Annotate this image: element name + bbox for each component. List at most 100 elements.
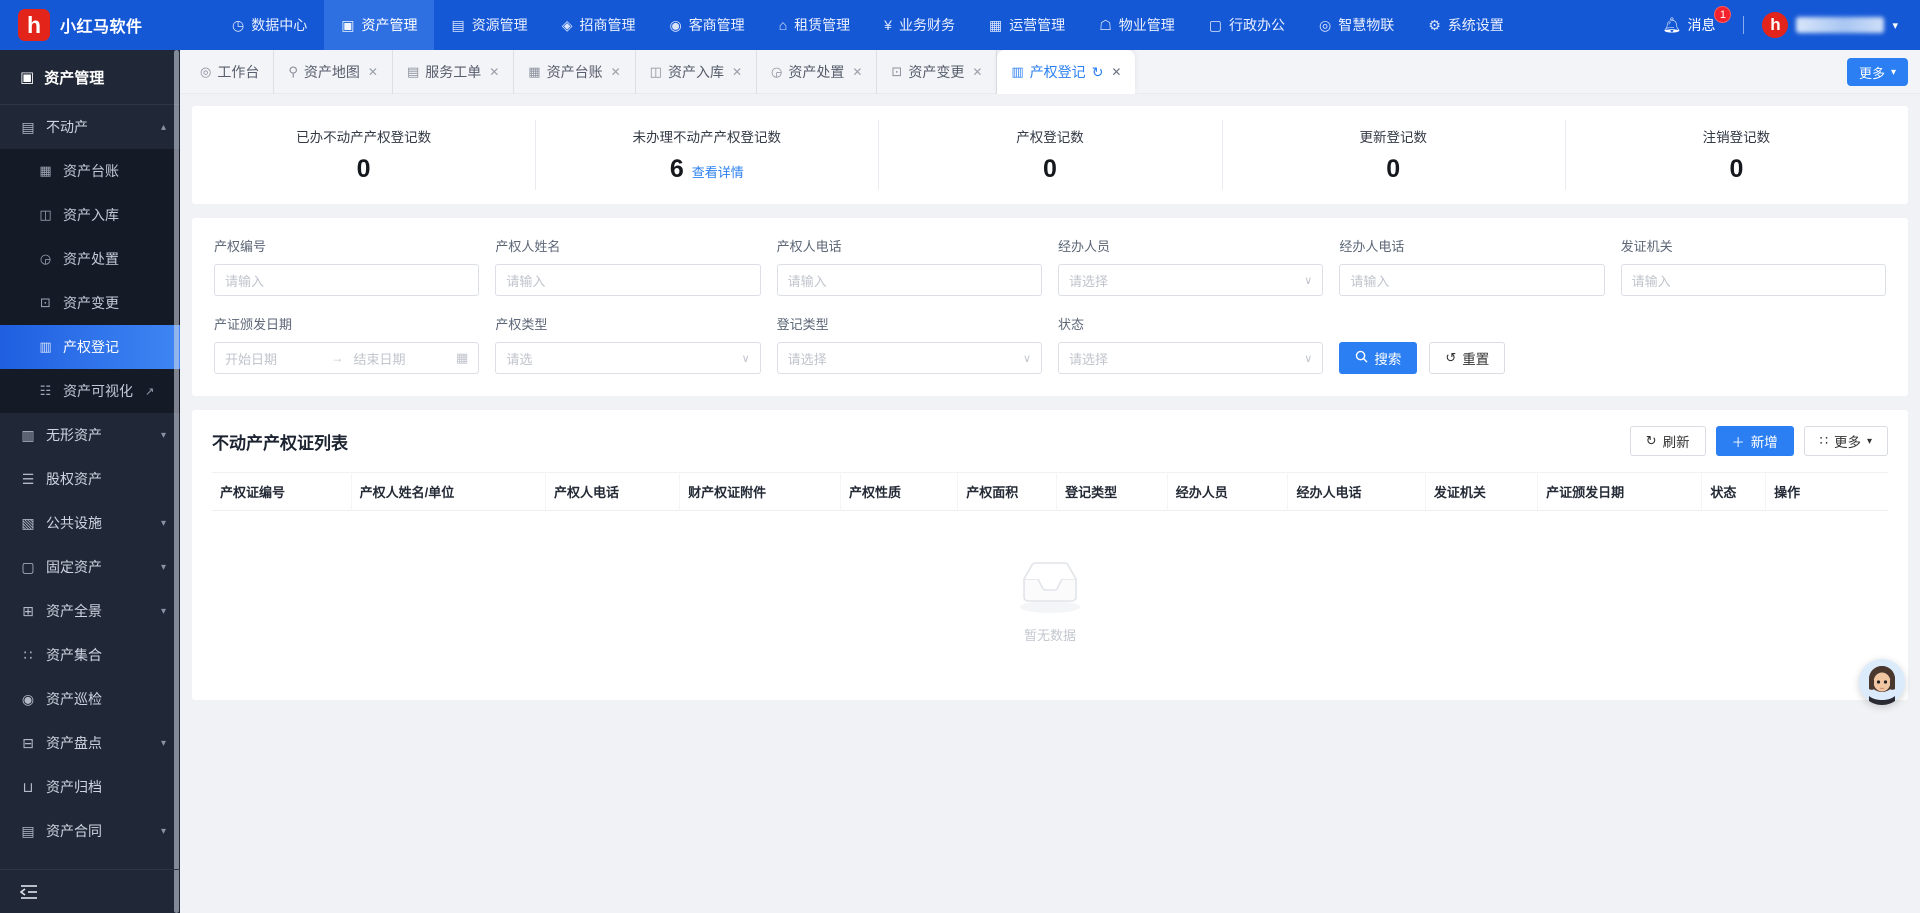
column-header-经办人员[interactable]: 经办人员: [1167, 473, 1288, 511]
sidebar-item-资产集合[interactable]: ∷资产集合: [0, 633, 180, 677]
column-header-操作[interactable]: 操作: [1766, 473, 1888, 511]
sidebar-item-产权登记[interactable]: ▥产权登记: [0, 325, 180, 369]
tab-资产处置[interactable]: ◶资产处置✕: [757, 50, 877, 94]
filter-select-产权类型[interactable]: 请选∨: [495, 342, 760, 374]
filter-input-产权人姓名[interactable]: 请输入: [495, 264, 760, 296]
tabs-more-label: 更多: [1859, 63, 1885, 82]
assistant-avatar[interactable]: [1859, 659, 1905, 705]
sidebar-item-资产巡检[interactable]: ◉资产巡检: [0, 677, 180, 721]
column-header-财产权证附件[interactable]: 财产权证附件: [680, 473, 841, 511]
filter-input-发证机关[interactable]: 请输入: [1621, 264, 1886, 296]
add-button[interactable]: ＋ 新增: [1716, 426, 1794, 456]
topnav-item-数据中心[interactable]: ◷数据中心: [215, 0, 324, 50]
close-icon[interactable]: ✕: [972, 65, 982, 79]
close-icon[interactable]: ✕: [611, 65, 621, 79]
sidebar-item-资产可视化[interactable]: ☷资产可视化↗: [0, 369, 180, 413]
topnav-item-系统设置[interactable]: ⚙系统设置: [1411, 0, 1521, 50]
topnav-item-运营管理[interactable]: ▦运营管理: [972, 0, 1082, 50]
column-header-登记类型[interactable]: 登记类型: [1057, 473, 1168, 511]
column-header-状态[interactable]: 状态: [1702, 473, 1766, 511]
filter-label: 状态: [1058, 314, 1323, 333]
sidebar-item-公共设施[interactable]: ▧公共设施▾: [0, 501, 180, 545]
refresh-button[interactable]: ↻ 刷新: [1630, 426, 1706, 456]
more-button[interactable]: ∷ 更多 ▾: [1804, 426, 1888, 456]
topnav-item-业务财务[interactable]: ¥业务财务: [867, 0, 972, 50]
messages-badge: 1: [1714, 6, 1731, 23]
person-icon: ◉: [669, 17, 681, 34]
tab-产权登记[interactable]: ▥产权登记↻✕: [997, 50, 1135, 94]
filter-field-产权人电话: 产权人电话请输入: [777, 236, 1042, 296]
tab-工作台[interactable]: ◎工作台: [186, 50, 274, 94]
collapse-sidebar-button[interactable]: [20, 884, 38, 900]
column-header-产权性质[interactable]: 产权性质: [840, 473, 957, 511]
sidebar-item-资产台账[interactable]: ▦资产台账: [0, 149, 180, 193]
topnav-item-物业管理[interactable]: ☖物业管理: [1082, 0, 1192, 50]
topnav-item-招商管理[interactable]: ◈招商管理: [545, 0, 653, 50]
filter-daterange-产证颁发日期[interactable]: 开始日期→结束日期▦: [214, 342, 479, 374]
close-icon[interactable]: ✕: [489, 65, 499, 79]
close-icon[interactable]: ✕: [852, 65, 862, 79]
sidebar-item-资产全景[interactable]: ⊞资产全景▾: [0, 589, 180, 633]
sidebar-item-资产盘点[interactable]: ⊟资产盘点▾: [0, 721, 180, 765]
filter-input-产权人电话[interactable]: 请输入: [777, 264, 1042, 296]
close-icon[interactable]: ✕: [732, 65, 742, 79]
refresh-icon[interactable]: ↻: [1092, 64, 1104, 81]
column-header-经办人电话[interactable]: 经办人电话: [1288, 473, 1425, 511]
filter-label: 发证机关: [1621, 236, 1886, 255]
user-menu[interactable]: h ▾: [1762, 12, 1898, 38]
filter-input-经办人电话[interactable]: 请输入: [1339, 264, 1604, 296]
column-header-发证机关[interactable]: 发证机关: [1425, 473, 1537, 511]
filter-select-状态[interactable]: 请选择∨: [1058, 342, 1323, 374]
sidebar-item-不动产[interactable]: ▤不动产▴: [0, 105, 180, 149]
sidebar-scrollbar[interactable]: [174, 50, 179, 913]
topnav-item-租赁管理[interactable]: ⌂租赁管理: [762, 0, 867, 50]
chevron-down-icon: ▾: [1867, 436, 1872, 447]
sidebar-item-资产处置[interactable]: ◶资产处置: [0, 237, 180, 281]
sidebar-footer: [0, 869, 180, 913]
topnav-item-智慧物联[interactable]: ◎智慧物联: [1302, 0, 1411, 50]
column-header-产权证编号[interactable]: 产权证编号: [212, 473, 351, 511]
filter-label: 产证颁发日期: [214, 314, 479, 333]
filter-select-经办人员[interactable]: 请选择∨: [1058, 264, 1323, 296]
view-details-link[interactable]: 查看详情: [692, 162, 744, 181]
tab-资产变更[interactable]: ⊡资产变更✕: [877, 50, 997, 94]
sidebar-item-label: 资产台账: [63, 161, 119, 181]
tabs-more-button[interactable]: 更多 ▾: [1847, 58, 1908, 86]
reset-button[interactable]: ↺重置: [1429, 342, 1505, 374]
close-icon[interactable]: ✕: [368, 65, 378, 79]
column-header-产权人电话[interactable]: 产权人电话: [546, 473, 680, 511]
chart-icon: ☷: [38, 383, 53, 399]
stat-label: 产权登记数: [1016, 126, 1084, 146]
table-header-row: 产权证编号产权人姓名/单位产权人电话财产权证附件产权性质产权面积登记类型经办人员…: [212, 473, 1888, 511]
column-header-产权面积[interactable]: 产权面积: [958, 473, 1057, 511]
filter-field-产权人姓名: 产权人姓名请输入: [495, 236, 760, 296]
tab-资产入库[interactable]: ◫资产入库✕: [636, 50, 757, 94]
filter-input-产权编号[interactable]: 请输入: [214, 264, 479, 296]
search-button[interactable]: 搜索: [1339, 342, 1417, 374]
sidebar-item-资产变更[interactable]: ⊡资产变更: [0, 281, 180, 325]
filter-select-登记类型[interactable]: 请选择∨: [777, 342, 1042, 374]
messages-button[interactable]: 🔔︎ 消息 1: [1662, 15, 1715, 35]
change-icon: ⊡: [38, 295, 53, 311]
chevron-down-icon: ▾: [161, 738, 166, 749]
topnav-item-资源管理[interactable]: ▤资源管理: [434, 0, 544, 50]
tab-资产地图[interactable]: ⚲资产地图✕: [274, 50, 393, 94]
tab-资产台账[interactable]: ▦资产台账✕: [514, 50, 635, 94]
topnav-item-资产管理[interactable]: ▣资产管理: [324, 0, 434, 50]
refresh-icon: ↻: [1646, 433, 1657, 449]
topnav-item-label: 客商管理: [689, 15, 745, 35]
sidebar-item-无形资产[interactable]: ▥无形资产▾: [0, 413, 180, 457]
start-date-placeholder: 开始日期: [225, 349, 322, 368]
sidebar-item-资产归档[interactable]: ⊔资产归档: [0, 765, 180, 809]
tab-服务工单[interactable]: ▤服务工单✕: [393, 50, 514, 94]
sidebar-item-固定资产[interactable]: ▢固定资产▾: [0, 545, 180, 589]
topnav-item-客商管理[interactable]: ◉ 客商管理: [652, 0, 761, 50]
sidebar-item-资产合同[interactable]: ▤资产合同▾: [0, 809, 180, 853]
sidebar-item-资产入库[interactable]: ◫资产入库: [0, 193, 180, 237]
sidebar-item-股权资产[interactable]: ☰股权资产: [0, 457, 180, 501]
column-header-产权人姓名/单位[interactable]: 产权人姓名/单位: [351, 473, 545, 511]
topnav-item-行政办公[interactable]: ▢行政办公: [1192, 0, 1302, 50]
close-icon[interactable]: ✕: [1111, 65, 1121, 79]
column-header-产证颁发日期[interactable]: 产证颁发日期: [1538, 473, 1702, 511]
stat-注销登记数: 注销登记数0: [1565, 106, 1908, 204]
